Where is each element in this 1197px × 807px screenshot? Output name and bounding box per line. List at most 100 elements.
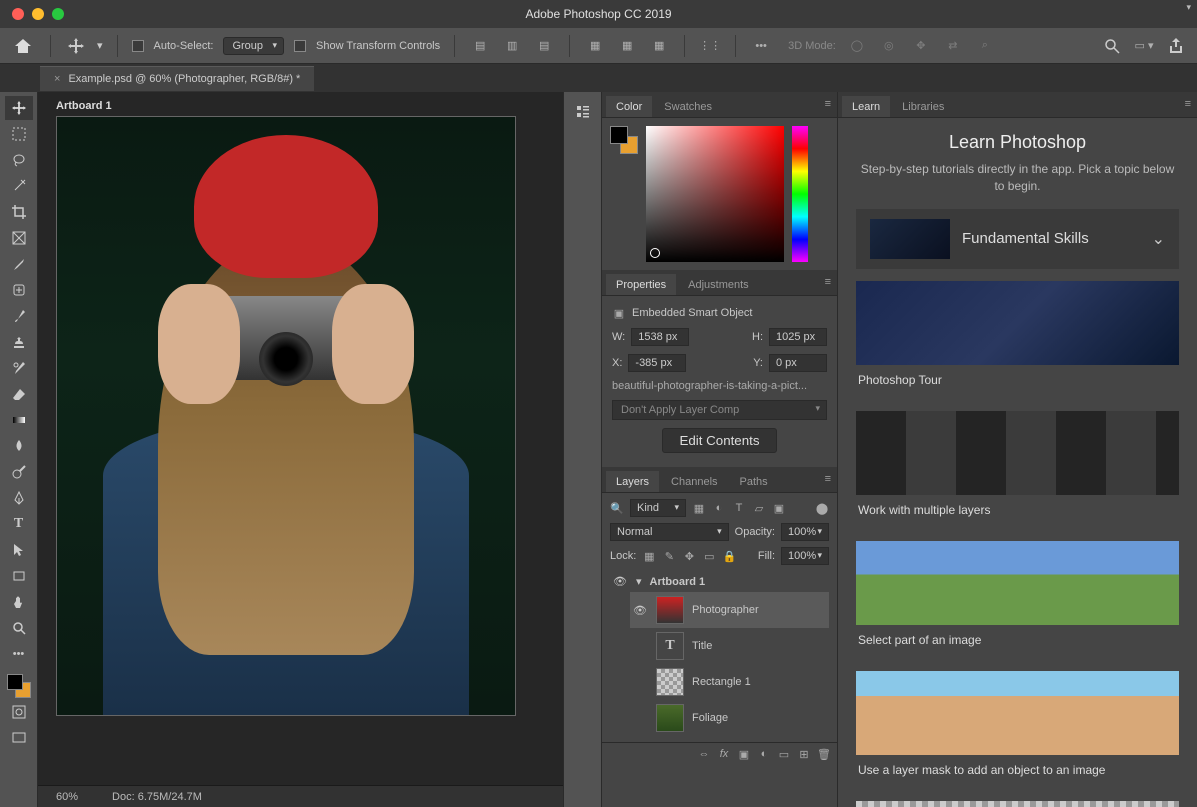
align-center-h-icon[interactable]: ▥ [501, 35, 523, 57]
layer-photographer[interactable]: 👁 Photographer [630, 592, 829, 628]
chevron-down-icon[interactable]: ▾ [636, 575, 642, 588]
close-tab-icon[interactable]: × [54, 73, 60, 85]
gradient-tool[interactable] [5, 408, 33, 432]
color-swatch-pair[interactable] [610, 126, 638, 154]
filter-pixel-icon[interactable]: ▦ [692, 501, 706, 515]
align-bottom-icon[interactable]: ▦ [648, 35, 670, 57]
history-brush-tool[interactable] [5, 356, 33, 380]
tab-paths[interactable]: Paths [730, 471, 778, 492]
tab-adjustments[interactable]: Adjustments [678, 274, 759, 295]
tab-color[interactable]: Color [606, 96, 652, 117]
tab-libraries[interactable]: Libraries [892, 96, 954, 117]
align-left-icon[interactable]: ▤ [469, 35, 491, 57]
zoom-tool[interactable] [5, 616, 33, 640]
blend-mode-dropdown[interactable]: Normal [610, 523, 729, 541]
linked-file-name[interactable]: beautiful-photographer-is-taking-a-pict.… [612, 380, 807, 392]
properties-panel-menu-icon[interactable]: ≡ [825, 276, 831, 288]
brush-tool[interactable] [5, 304, 33, 328]
hue-slider[interactable] [792, 126, 808, 262]
new-layer-icon[interactable]: ⊞ [797, 747, 811, 761]
artboard-label[interactable]: Artboard 1 [56, 100, 537, 112]
history-panel-icon[interactable] [569, 100, 597, 124]
layer-comp-dropdown[interactable]: Don't Apply Layer Comp [612, 400, 827, 420]
link-layers-icon[interactable]: ⇔ [697, 747, 711, 761]
layer-thumbnail[interactable] [656, 596, 684, 624]
doc-info[interactable]: Doc: 6.75M/24.7M [112, 791, 202, 803]
filter-toggle[interactable]: ⬤ [815, 501, 829, 515]
lock-position-icon[interactable]: ✥ [682, 549, 696, 563]
layer-rectangle[interactable]: Rectangle 1 [630, 664, 829, 700]
adjustment-layer-icon[interactable]: ◐ [757, 747, 771, 761]
filter-search-icon[interactable]: 🔍 [610, 501, 624, 515]
magic-wand-tool[interactable] [5, 174, 33, 198]
move-tool[interactable] [5, 96, 33, 120]
eyedropper-tool[interactable] [5, 252, 33, 276]
tab-learn[interactable]: Learn [842, 96, 890, 117]
y-field[interactable]: 0 px [769, 354, 827, 372]
auto-select-target-dropdown[interactable]: Group [223, 37, 284, 55]
home-button[interactable] [10, 33, 36, 59]
artboard[interactable] [56, 116, 516, 716]
filter-kind-dropdown[interactable]: Kind [630, 499, 686, 517]
crop-tool[interactable] [5, 200, 33, 224]
lock-all-icon[interactable]: 🔒 [722, 549, 736, 563]
tab-properties[interactable]: Properties [606, 274, 676, 295]
blur-tool[interactable] [5, 434, 33, 458]
layer-mask-icon[interactable]: ▣ [737, 747, 751, 761]
frame-tool[interactable] [5, 226, 33, 250]
tutorial-card[interactable]: Photoshop Tour [856, 281, 1179, 395]
dodge-tool[interactable] [5, 460, 33, 484]
visibility-toggle[interactable]: 👁 [632, 604, 648, 617]
document-tab[interactable]: × Example.psd @ 60% (Photographer, RGB/8… [40, 66, 314, 91]
lock-artboard-icon[interactable]: ▭ [702, 549, 716, 563]
layers-panel-menu-icon[interactable]: ≡ [825, 473, 831, 485]
opacity-field[interactable]: 100% [781, 523, 829, 541]
layer-thumbnail[interactable] [656, 668, 684, 696]
foreground-background-swatch[interactable] [7, 674, 31, 698]
foreground-color-swatch[interactable] [7, 674, 23, 690]
filter-adjust-icon[interactable]: ◐ [712, 501, 726, 515]
layer-title[interactable]: T Title [630, 628, 829, 664]
learn-section-header[interactable]: Fundamental Skills ⌄ [856, 209, 1179, 269]
color-field[interactable] [646, 126, 784, 262]
screen-mode-toggle[interactable] [5, 726, 33, 750]
visibility-toggle[interactable]: 👁 [612, 575, 628, 588]
eraser-tool[interactable] [5, 382, 33, 406]
color-panel-menu-icon[interactable]: ≡ [825, 98, 831, 110]
tutorial-card[interactable]: Select part of an image [856, 541, 1179, 655]
tab-swatches[interactable]: Swatches [654, 96, 722, 117]
canvas-viewport[interactable]: Artboard 1 [38, 92, 563, 785]
path-selection-tool[interactable] [5, 538, 33, 562]
tab-layers[interactable]: Layers [606, 471, 659, 492]
new-group-icon[interactable]: ▭ [777, 747, 791, 761]
height-field[interactable]: 1025 px [769, 328, 827, 346]
layer-style-icon[interactable]: fx [717, 747, 731, 761]
layer-artboard[interactable]: 👁 ▾ Artboard 1 [610, 571, 829, 592]
quick-mask-toggle[interactable] [5, 700, 33, 724]
pen-tool[interactable] [5, 486, 33, 510]
tutorial-card[interactable]: Use a layer mask to add an object to an … [856, 671, 1179, 785]
tutorial-card[interactable]: Work with multiple layers [856, 411, 1179, 525]
share-icon[interactable] [1165, 35, 1187, 57]
align-middle-icon[interactable]: ▦ [616, 35, 638, 57]
align-top-icon[interactable]: ▦ [584, 35, 606, 57]
delete-layer-icon[interactable]: 🗑 [817, 747, 831, 761]
layer-thumbnail[interactable] [656, 704, 684, 732]
filter-shape-icon[interactable]: ▱ [752, 501, 766, 515]
align-right-icon[interactable]: ▤ [533, 35, 555, 57]
learn-panel-menu-icon[interactable]: ≡ [1185, 98, 1191, 110]
lock-paint-icon[interactable]: ✎ [662, 549, 676, 563]
show-transform-checkbox[interactable] [294, 40, 306, 52]
filter-smart-icon[interactable]: ▣ [772, 501, 786, 515]
edit-contents-button[interactable]: Edit Contents [662, 428, 776, 453]
layer-thumbnail[interactable]: T [656, 632, 684, 660]
layer-foliage[interactable]: Foliage [630, 700, 829, 736]
filter-type-icon[interactable]: T [732, 501, 746, 515]
clone-stamp-tool[interactable] [5, 330, 33, 354]
fill-field[interactable]: 100% [781, 547, 829, 565]
edit-toolbar-button[interactable]: ••• [5, 642, 33, 666]
x-field[interactable]: -385 px [628, 354, 686, 372]
lock-transparency-icon[interactable]: ▦ [642, 549, 656, 563]
workspace-switcher-icon[interactable]: ▭ ▾ [1133, 35, 1155, 57]
more-align-icon[interactable]: ••• [750, 35, 772, 57]
